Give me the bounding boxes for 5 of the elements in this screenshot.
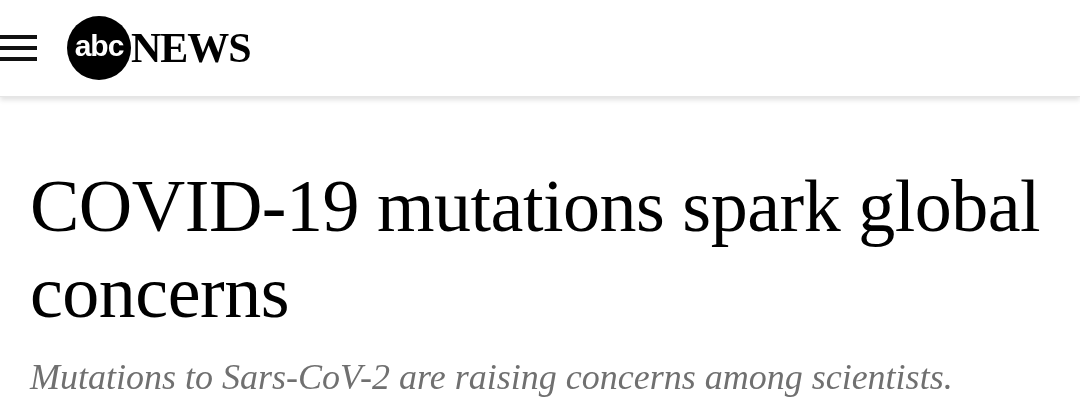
logo-wordmark[interactable]: NEWS [131, 27, 251, 69]
subheadline: Mutations to Sars-CoV-2 are raising concerns among scientists. [30, 359, 954, 395]
menu-icon[interactable] [0, 35, 37, 61]
headline: COVID-19 mutations spark global concerns [30, 164, 1042, 335]
logo-mark[interactable]: abc [67, 16, 131, 80]
